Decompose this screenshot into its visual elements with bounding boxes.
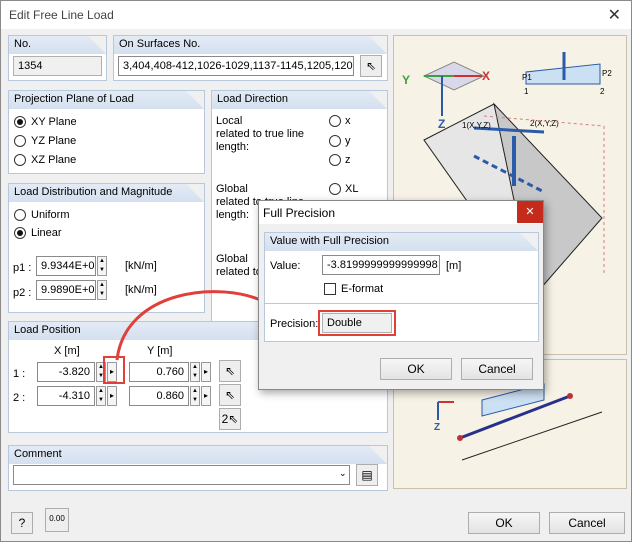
calculator-button[interactable]: 0.00	[45, 508, 69, 532]
radio-local-x[interactable]	[329, 115, 341, 127]
full-precision-title: Full Precision	[263, 206, 336, 220]
value-group: Value with Full Precision Value: -3.8199…	[264, 232, 539, 342]
radio-global-xl[interactable]	[329, 183, 341, 195]
node2-diagram-label: 2	[600, 87, 605, 96]
p2-diagram-label: P2	[602, 69, 612, 78]
row2-x-spinner[interactable]: ▲ ▼	[96, 386, 106, 406]
row1-x-field[interactable]: -3.820	[37, 362, 95, 382]
local-z-label: z	[345, 154, 351, 166]
pick-cursor-icon: ⇖	[365, 59, 377, 73]
precision-label: Precision:	[270, 318, 319, 330]
row2-label: 2 :	[13, 392, 26, 404]
pick-two-icon: 2⇖	[221, 412, 239, 426]
help-button[interactable]: ?	[11, 512, 33, 534]
projection-group: Projection Plane of Load XY Plane YZ Pla…	[8, 90, 205, 174]
local-label: Local related to true line length:	[216, 115, 305, 153]
distribution-title: Load Distribution and Magnitude	[9, 184, 204, 202]
no-label: No.	[9, 36, 106, 54]
calculator-icon: 0.00	[49, 514, 65, 523]
radio-linear[interactable]	[14, 227, 26, 239]
title-bar: Edit Free Line Load ✕	[1, 1, 631, 29]
surfaces-label: On Surfaces No.	[114, 36, 387, 54]
radio-xy-plane[interactable]	[14, 116, 26, 128]
radio-yz-plane[interactable]	[14, 135, 26, 147]
x-header: X [m]	[54, 345, 80, 357]
xz-plane-label: XZ Plane	[31, 154, 77, 166]
radio-local-y[interactable]	[329, 135, 341, 147]
ok-button[interactable]: OK	[468, 512, 540, 534]
window-title: Edit Free Line Load	[9, 8, 114, 22]
value-field[interactable]: -3.8199999999999998	[322, 255, 440, 275]
full-precision-titlebar: Full Precision ✕	[259, 201, 543, 224]
no-field[interactable]: 1354	[13, 56, 102, 76]
radio-local-z[interactable]	[329, 154, 341, 166]
library-icon: ▤	[361, 468, 373, 482]
row2-x-field[interactable]: -4.310	[37, 386, 95, 406]
value-label: Value:	[270, 260, 301, 272]
callout-arrow	[115, 290, 278, 361]
projection-title: Projection Plane of Load	[9, 91, 204, 109]
p1-field[interactable]: 9.9344E+0	[36, 256, 96, 276]
value-group-title: Value with Full Precision	[265, 233, 538, 251]
comment-group: Comment ⌄ ▤	[8, 445, 388, 491]
eformat-checkbox[interactable]	[324, 283, 336, 295]
surfaces-group: On Surfaces No. 3,404,408-412,1026-1029,…	[113, 35, 388, 81]
surfaces-field[interactable]: 3,404,408-412,1026-1029,1137-1145,1205,1…	[118, 56, 354, 76]
row2-y-field[interactable]: 0.860	[129, 386, 189, 406]
radio-xz-plane[interactable]	[14, 154, 26, 166]
local-y-label: y	[345, 135, 351, 147]
no-group: No. 1354	[8, 35, 107, 81]
global-xl-label: XL	[345, 183, 359, 195]
chevron-down-icon[interactable]: ⌄	[339, 468, 347, 479]
row2-y-full-precision-button[interactable]: ▸	[201, 386, 211, 406]
precision-highlight	[318, 310, 396, 336]
uniform-label: Uniform	[31, 209, 70, 221]
p2-label: p2 :	[13, 287, 32, 299]
divider	[265, 303, 538, 304]
node1-diagram-label: 1	[524, 87, 529, 96]
node1-xyz-label: 1(X,Y,Z)	[462, 121, 491, 130]
p1-label: p1 :	[13, 262, 32, 274]
p1-diagram-label: P1	[522, 73, 532, 82]
full-precision-dialog: Full Precision ✕ Value with Full Precisi…	[258, 200, 544, 390]
comment-title: Comment	[9, 446, 387, 464]
comment-field[interactable]	[13, 465, 350, 485]
full-precision-highlight	[103, 356, 125, 384]
close-icon[interactable]: ✕	[517, 201, 543, 223]
value-unit: [m]	[446, 260, 462, 272]
xy-plane-label: XY Plane	[31, 116, 77, 128]
help-icon: ?	[18, 516, 26, 530]
direction-title: Load Direction	[212, 91, 387, 109]
p2-field[interactable]: 9.9890E+0	[36, 280, 96, 300]
axis-z-label: Z	[438, 117, 445, 131]
pick-node-2-button[interactable]: ⇖	[219, 384, 241, 406]
full-precision-ok-button[interactable]: OK	[380, 358, 452, 380]
pick-two-nodes-button[interactable]: 2⇖	[219, 408, 241, 430]
select-surfaces-button[interactable]: ⇖	[360, 55, 382, 77]
axis-x-label: X	[482, 69, 490, 83]
row2-y-spinner[interactable]: ▲ ▼	[190, 386, 200, 406]
full-precision-cancel-button[interactable]: Cancel	[461, 358, 533, 380]
pick-cursor-icon: ⇖	[224, 388, 236, 402]
cancel-button[interactable]: Cancel	[549, 512, 625, 534]
axis-z-label-2: Z	[434, 422, 440, 433]
local-x-label: x	[345, 115, 351, 127]
close-icon[interactable]: ✕	[608, 5, 621, 25]
comment-library-button[interactable]: ▤	[356, 464, 378, 486]
eformat-label: E-format	[341, 283, 384, 295]
row2-x-full-precision-button[interactable]: ▸	[107, 386, 117, 406]
radio-uniform[interactable]	[14, 209, 26, 221]
yz-plane-label: YZ Plane	[31, 135, 77, 147]
axis-y-label: Y	[402, 73, 410, 87]
row1-label: 1 :	[13, 368, 26, 380]
linear-label: Linear	[31, 227, 62, 239]
